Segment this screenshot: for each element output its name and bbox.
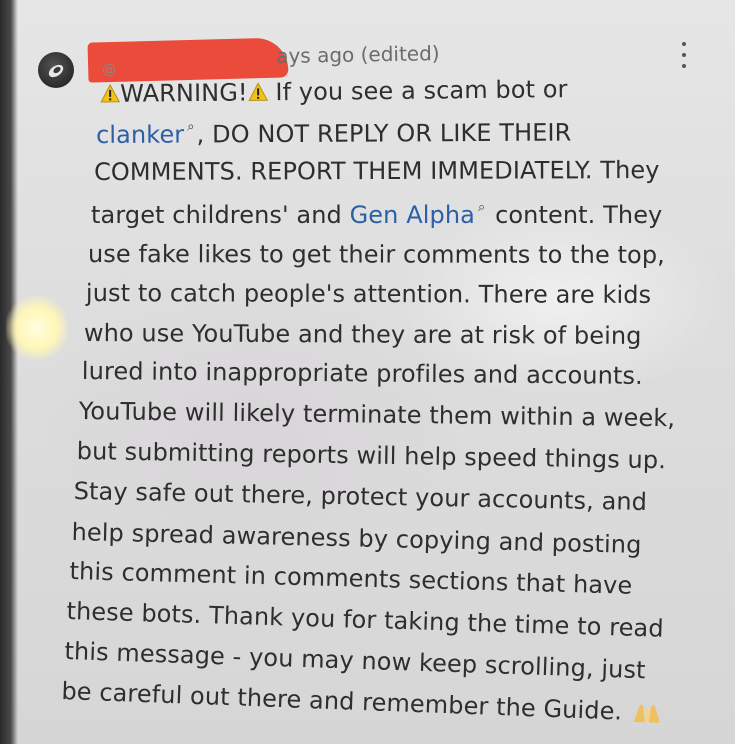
comment-line: just to catch people's attention. There … [86, 279, 651, 309]
warning-icon [100, 83, 121, 103]
comment-text: use fake likes to get their comments to … [87, 240, 665, 270]
warning-label: WARNING! [119, 78, 248, 108]
comment-text: , DO NOT REPLY OR LIKE THEIR [196, 118, 572, 149]
comment-text: this comment in comments sections that h… [69, 557, 633, 600]
comment-text: be careful out there and remember the Gu… [60, 677, 623, 726]
comment-text: COMMENTS. REPORT THEM IMMEDIATELY. They [94, 156, 660, 186]
redacted-username [87, 37, 289, 83]
comment-line: help spread awareness by copying and pos… [71, 518, 641, 559]
comment-line: Stay safe out there, protect your accoun… [73, 477, 647, 516]
comment-text: who use YouTube and they are at risk of … [83, 319, 642, 350]
comment-text: content. They [487, 201, 663, 229]
comment-line: clanker ⌕, DO NOT REPLY OR LIKE THEIR [96, 118, 571, 149]
comment-line: but submitting reports will help speed t… [77, 437, 667, 474]
comment-text: Stay safe out there, protect your accoun… [73, 477, 648, 517]
comment-line: be careful out there and remember the Gu… [61, 677, 665, 727]
handle-prefix: @ [102, 62, 116, 78]
comment-line: YouTube will likely terminate them withi… [79, 397, 676, 432]
comment-text: just to catch people's attention. There … [85, 279, 652, 309]
warning-icon [247, 82, 268, 101]
search-link-clanker[interactable]: clanker [96, 121, 184, 149]
comment-line: WARNING! If you see a scam bot or [100, 75, 568, 108]
comment-text: YouTube will likely terminate them withi… [78, 397, 676, 433]
comment-line: this message - you may now keep scrollin… [64, 637, 646, 684]
comment-line: lured into inappropriate profiles and ac… [82, 357, 643, 390]
comment-text: target childrens' and [91, 201, 350, 229]
comment-text: If you see a scam bot or [267, 75, 568, 107]
comment-line: use fake likes to get their comments to … [88, 240, 665, 269]
comment-line: this comment in comments sections that h… [69, 557, 632, 600]
more-vert-icon [682, 53, 686, 57]
folded-hands-icon [633, 704, 660, 723]
comment-line: COMMENTS. REPORT THEM IMMEDIATELY. They [94, 156, 660, 186]
comment-line: these bots. Thank you for taking the tim… [66, 597, 664, 643]
more-options-button[interactable] [676, 40, 692, 70]
more-vert-icon [682, 42, 686, 46]
search-icon: ⌕ [187, 119, 195, 135]
comment-timestamp: ays ago (edited) [276, 41, 440, 68]
phone-screen: @ ays ago (edited) WARNING! If you see a… [0, 0, 735, 744]
more-vert-icon [682, 64, 686, 68]
comment: @ ays ago (edited) WARNING! If you see a… [0, 0, 735, 744]
search-icon: ⌕ [477, 200, 486, 215]
comment-text: lured into inappropriate profiles and ac… [81, 357, 643, 390]
comment-text: but submitting reports will help speed t… [76, 437, 667, 475]
comment-line: who use YouTube and they are at risk of … [84, 319, 642, 350]
search-link-gen-alpha[interactable]: Gen Alpha [350, 201, 475, 229]
comment-line: target childrens' and Gen Alpha ⌕ content… [91, 200, 662, 229]
comment-text: this message - you may now keep scrollin… [64, 637, 647, 685]
avatar[interactable] [38, 52, 74, 88]
comment-text: these bots. Thank you for taking the tim… [66, 597, 665, 643]
avatar-image-icon [48, 64, 64, 78]
comment-text: help spread awareness by copying and pos… [71, 518, 642, 559]
